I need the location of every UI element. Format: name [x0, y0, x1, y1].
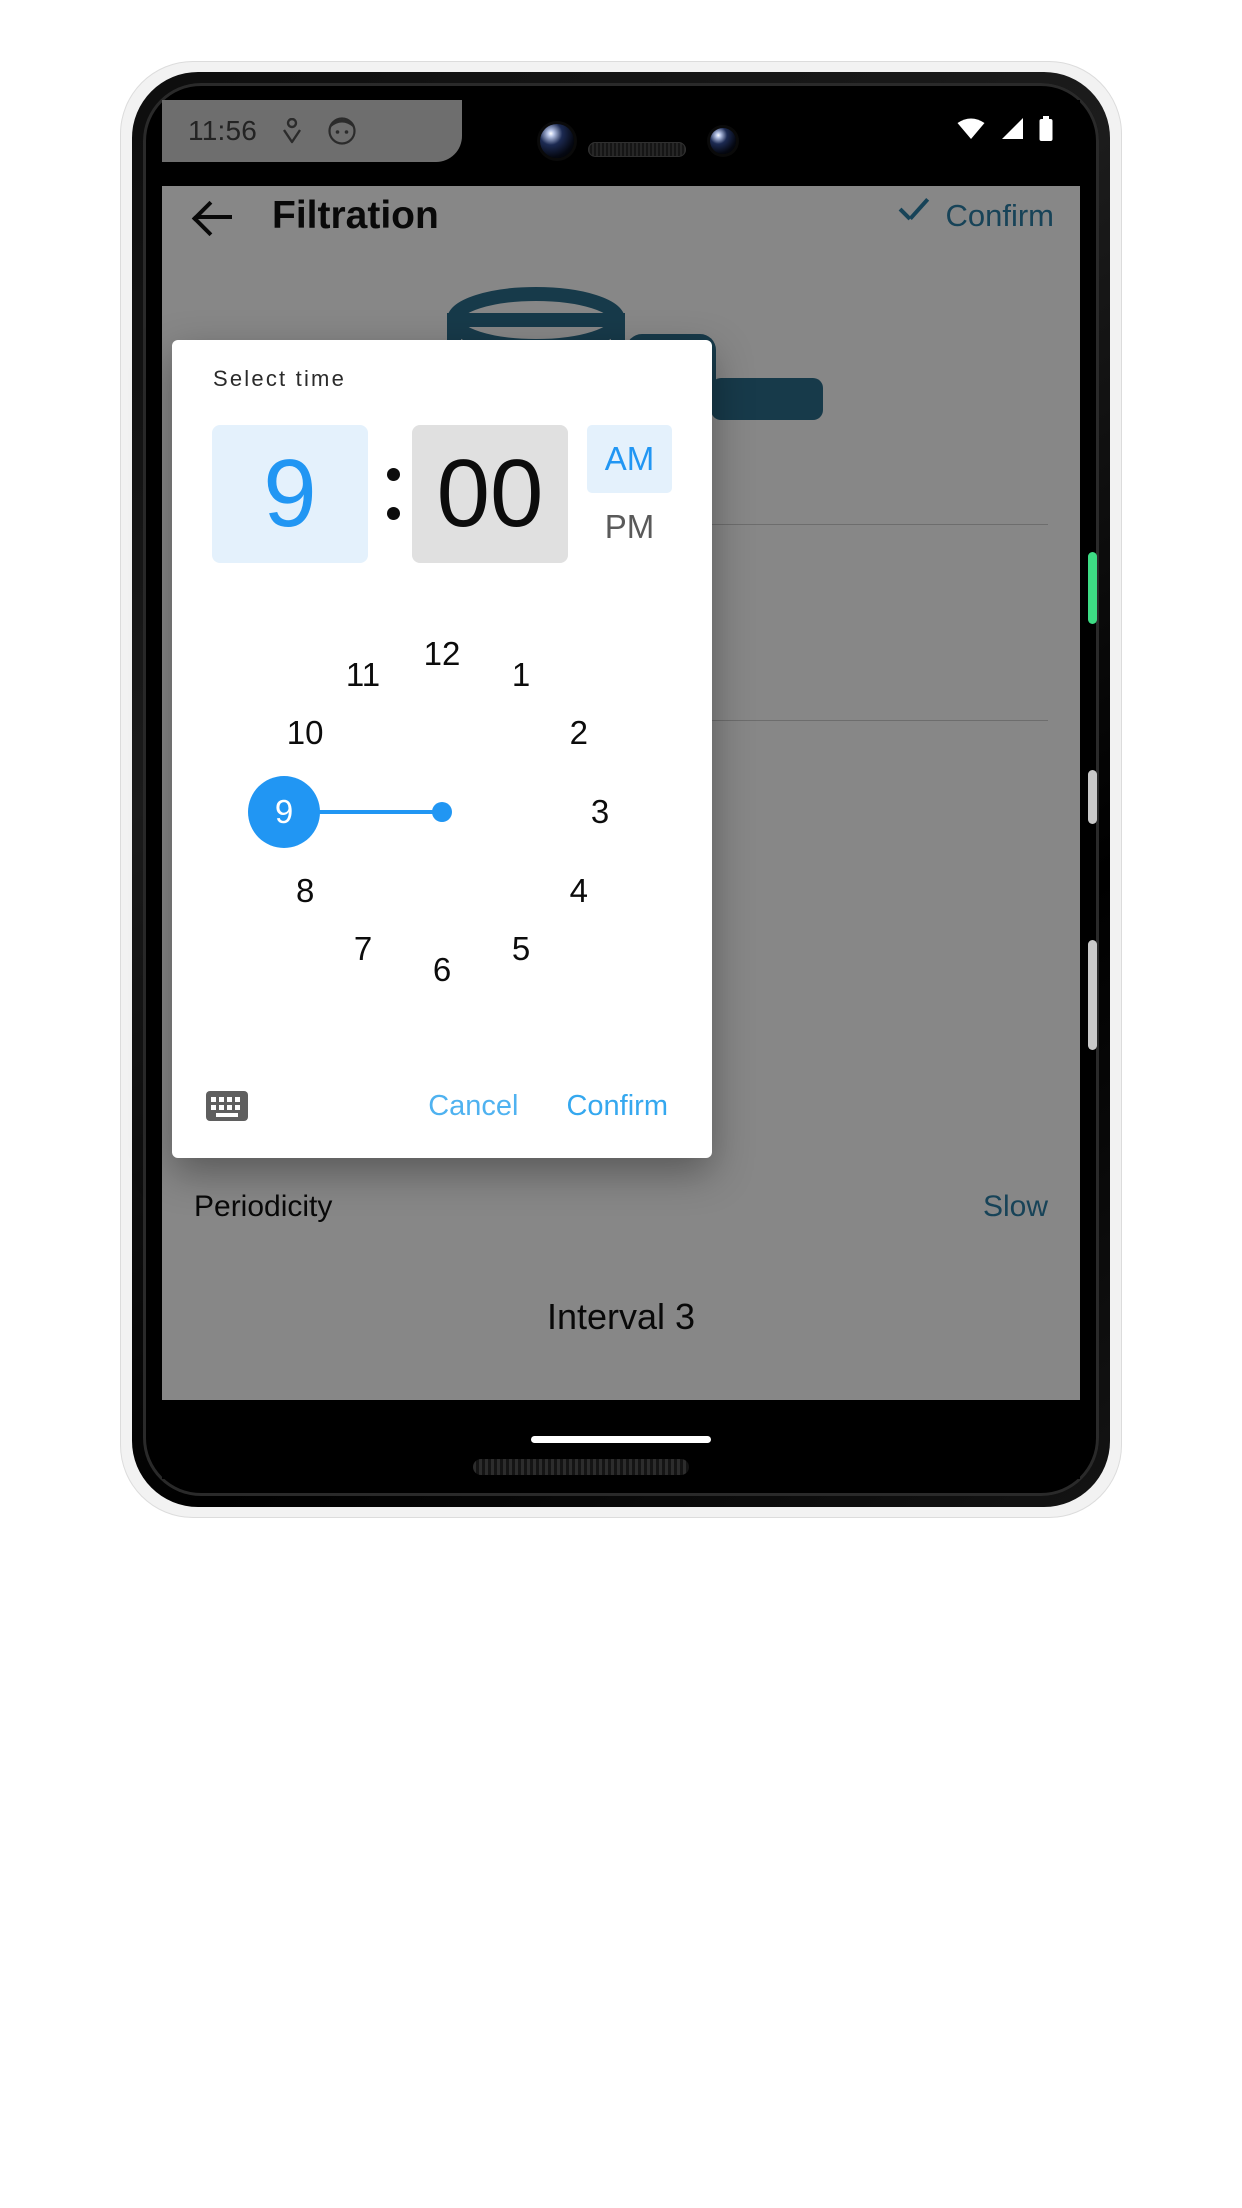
clock-number-7[interactable]: 7: [333, 919, 393, 979]
dialog-confirm-button[interactable]: Confirm: [556, 1082, 678, 1131]
clock-number-5[interactable]: 5: [491, 919, 551, 979]
clock-number-3[interactable]: 3: [570, 782, 630, 842]
clock-number-12[interactable]: 12: [412, 624, 472, 684]
clock-number-6[interactable]: 6: [412, 940, 472, 1000]
dialog-actions: Cancel Confirm: [172, 1054, 712, 1158]
minute-field[interactable]: 00: [412, 425, 568, 563]
clock-number-9[interactable]: 9: [248, 776, 320, 848]
clock-center-dot: [432, 802, 452, 822]
clock-face[interactable]: 12 1 2 3 4 5 6 7 8 9 10 11: [242, 612, 642, 1012]
separator-dot-bottom: [386, 507, 400, 520]
status-bar-right-icons: [956, 100, 1054, 162]
footprint-icon: [281, 118, 303, 144]
clock-number-10[interactable]: 10: [275, 703, 335, 763]
clock-number-8[interactable]: 8: [275, 861, 335, 921]
time-input-row: 9 00 AM PM: [172, 425, 712, 565]
separator-dot-top: [386, 468, 400, 481]
meridiem-option-am[interactable]: AM: [587, 425, 672, 493]
keyboard-icon[interactable]: [206, 1091, 248, 1121]
clock-number-2[interactable]: 2: [549, 703, 609, 763]
status-bar: 11:56: [162, 100, 1080, 162]
meridiem-option-pm[interactable]: PM: [587, 493, 672, 561]
clock-number-11[interactable]: 11: [333, 645, 393, 705]
wifi-icon: [956, 117, 986, 146]
time-picker-dialog: Select time 9 00 AM PM 12 1 2 3 4 5 6 7 8 9 10 11: [172, 340, 712, 1158]
face-avatar-icon: [327, 116, 357, 146]
hour-field[interactable]: 9: [212, 425, 368, 563]
side-indicator-grey-1: [1088, 770, 1097, 824]
battery-icon: [1038, 115, 1054, 147]
screenshot-root: Filtration Confirm Periodicity Slow Inte…: [0, 0, 1242, 2208]
time-separator: [379, 435, 407, 553]
clock-number-1[interactable]: 1: [491, 645, 551, 705]
cellular-signal-icon: [998, 117, 1026, 146]
meridiem-toggle: AM PM: [587, 425, 672, 563]
clock-number-4[interactable]: 4: [549, 861, 609, 921]
bottom-speaker-grille: [473, 1459, 689, 1475]
cancel-button[interactable]: Cancel: [418, 1082, 528, 1131]
side-indicator-grey-2: [1088, 940, 1097, 1050]
side-indicator-green: [1088, 552, 1097, 624]
home-indicator[interactable]: [531, 1436, 711, 1443]
status-bar-clock: 11:56: [188, 115, 257, 146]
dialog-title: Select time: [213, 366, 347, 391]
